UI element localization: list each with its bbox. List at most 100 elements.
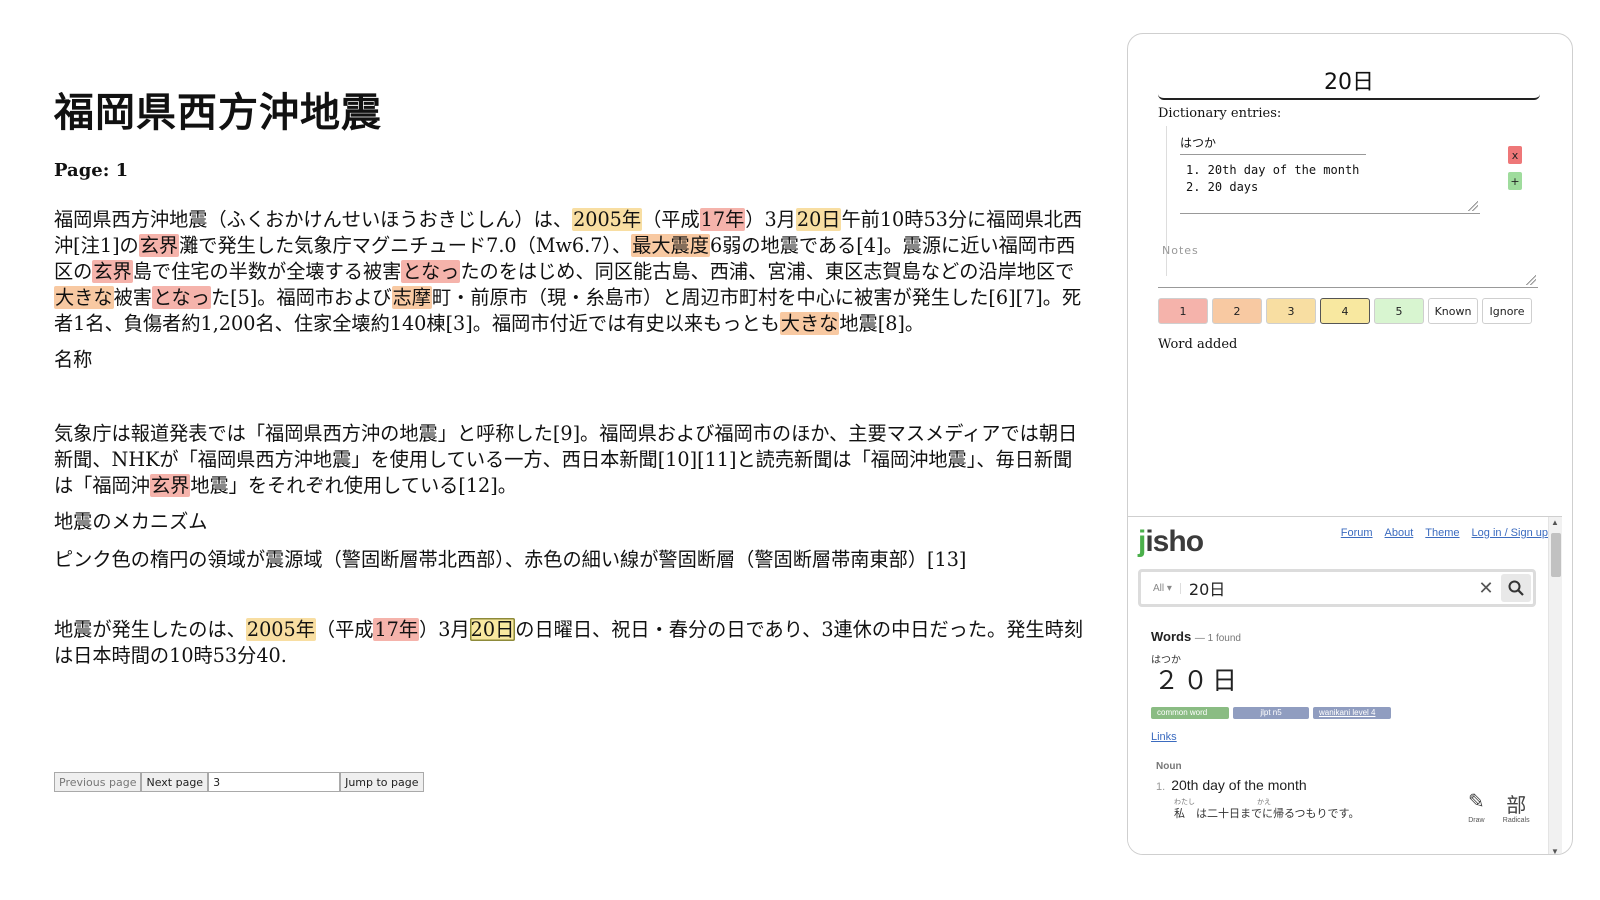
clear-search-icon[interactable]: ✕ — [1471, 578, 1501, 599]
section-heading-mechanism: 地震のメカニズム — [54, 510, 208, 533]
highlighted-word[interactable]: 20日 — [795, 208, 842, 231]
word-panel: 20日 Dictionary entries: はつか 1. 20th day … — [1127, 33, 1573, 855]
radicals-icon: 部 — [1506, 795, 1527, 817]
draw-tool[interactable]: ✎ Draw — [1468, 789, 1485, 824]
level-buttons: 1 2 3 4 5 Known Ignore — [1158, 298, 1532, 324]
page-indicator: Page: 1 — [54, 160, 129, 181]
jisho-frame: jjishoisho Forum About Theme Log in / Sign … — [1128, 516, 1562, 854]
highlighted-word[interactable]: 2005年 — [245, 618, 316, 641]
search-scope-select[interactable]: All ▾ — [1141, 582, 1181, 594]
part-of-speech: Noun — [1156, 761, 1182, 772]
jisho-search-bar: All ▾ ✕ — [1138, 569, 1536, 607]
tag-wanikani[interactable]: wanikani level 4 — [1313, 707, 1391, 719]
definition-line: 2. 20 days — [1186, 180, 1259, 194]
scroll-down-icon[interactable]: ▼ — [1551, 847, 1559, 854]
highlighted-word[interactable]: 大きな — [779, 312, 840, 335]
jisho-scrollbar[interactable]: ▲ ▼ — [1548, 517, 1562, 854]
words-label: Words — [1151, 629, 1192, 644]
notes-field[interactable]: Notes — [1158, 240, 1538, 288]
text-segment: たのをはじめ、同区能古島、西浦、宮浦、東区志賀島などの沿岸地区で — [460, 260, 1075, 283]
links-toggle[interactable]: Links — [1151, 731, 1177, 743]
entry-reading-field[interactable]: はつか — [1180, 134, 1366, 155]
search-input[interactable] — [1180, 577, 1471, 599]
meaning-number: 1. — [1156, 781, 1166, 793]
level-button-1[interactable]: 1 — [1158, 298, 1208, 324]
highlighted-word[interactable]: 2005年 — [572, 208, 643, 231]
highlighted-word[interactable]: 玄界 — [149, 474, 191, 497]
resize-handle-icon[interactable] — [1468, 201, 1478, 211]
text-segment: ）3月 — [745, 208, 796, 231]
tag-common-word: common word — [1151, 707, 1229, 719]
text-segment: 島で住宅の半数が全壊する被害 — [132, 260, 402, 283]
pager: Previous page Next page Jump to page — [54, 772, 424, 792]
radicals-label: Radicals — [1502, 817, 1530, 824]
jisho-nav-log-in-sign-up[interactable]: Log in / Sign up — [1472, 527, 1548, 539]
paragraph-name: 気象庁は報道発表では「福岡県西方沖の地震」と呼称した[9]。福岡県および福岡市の… — [54, 421, 1084, 499]
text-segment: （平成 — [642, 208, 700, 231]
level-button-2[interactable]: 2 — [1212, 298, 1262, 324]
words-heading: Words — 1 found — [1151, 629, 1241, 644]
text-segment: 被害 — [113, 286, 152, 309]
reader-pane: 福岡県西方沖地震 Page: 1 福岡県西方沖地震（ふくおかけんせいほうおきじし… — [54, 80, 1084, 679]
jisho-nav-forum[interactable]: Forum — [1341, 527, 1373, 539]
article-title: 福岡県西方沖地震 — [54, 89, 382, 136]
draw-label: Draw — [1468, 817, 1485, 824]
text-segment: 福岡県西方沖地震（ふくおかけんせいほうおきじしん）は、 — [54, 208, 573, 231]
highlighted-word[interactable]: 最大震度 — [631, 234, 710, 257]
section-heading-name: 名称 — [54, 348, 93, 371]
next-page-button[interactable]: Next page — [141, 772, 209, 792]
level-button-ignore[interactable]: Ignore — [1482, 298, 1532, 324]
paragraph-occurrence: 地震が発生したのは、2005年（平成17年）3月20日の日曜日、祝日・春分の日で… — [54, 617, 1084, 669]
input-tools: ✎ Draw 部 Radicals — [1468, 789, 1530, 824]
scroll-up-icon[interactable]: ▲ — [1551, 518, 1559, 527]
add-entry-button[interactable]: + — [1508, 172, 1522, 190]
highlighted-word[interactable]: 玄界 — [138, 234, 180, 257]
paragraph-mechanism: ピンク色の楕円の領域が震源域（警固断層帯北西部）、赤色の細い線が警固断層（警固断… — [54, 547, 1084, 573]
highlighted-word[interactable]: 17年 — [699, 208, 746, 231]
level-button-4[interactable]: 4 — [1320, 298, 1370, 324]
selected-word[interactable]: 20日 — [1158, 64, 1540, 100]
entry-definitions-field[interactable]: 1. 20th day of the month 2. 20 days — [1180, 162, 1480, 214]
text-segment: た[5]。福岡市および — [210, 286, 392, 309]
text-segment: （平成 — [315, 618, 374, 641]
radicals-tool[interactable]: 部 Radicals — [1503, 789, 1530, 824]
text-segment: 地震が発生したのは、 — [54, 618, 246, 641]
search-button[interactable] — [1501, 574, 1531, 602]
definition-line: 1. 20th day of the month — [1186, 163, 1360, 177]
highlighted-word[interactable]: となっ — [151, 286, 211, 309]
text-segment: 地震」をそれぞれ使用している[12]。 — [190, 474, 517, 497]
jisho-logo[interactable]: jjishoisho — [1138, 525, 1204, 559]
highlighted-word[interactable]: 20日 — [469, 618, 516, 641]
level-button-known[interactable]: Known — [1428, 298, 1478, 324]
level-button-3[interactable]: 3 — [1266, 298, 1316, 324]
jisho-nav-about[interactable]: About — [1385, 527, 1414, 539]
result-word: ２０日 — [1154, 666, 1242, 695]
jisho-nav-theme[interactable]: Theme — [1425, 527, 1459, 539]
dictionary-entries-label: Dictionary entries: — [1158, 106, 1282, 121]
text-segment: 灘で発生した気象庁マグニチュード7.0（Mw6.7）、 — [179, 234, 632, 257]
text-segment: ピンク色の楕円の領域が震源域（警固断層帯北西部）、赤色の細い線が警固断層（警固断… — [54, 548, 967, 571]
resize-handle-icon[interactable] — [1526, 275, 1536, 285]
highlighted-word[interactable]: 大きな — [54, 286, 114, 309]
words-count: — 1 found — [1194, 633, 1241, 644]
text-segment: 地震[8]。 — [839, 312, 925, 335]
text-segment: ）3月 — [419, 618, 470, 641]
highlighted-word[interactable]: 17年 — [373, 618, 420, 641]
search-icon — [1508, 580, 1524, 596]
example-sentence: 私 は二十日までに帰るつもりです。 — [1174, 807, 1360, 820]
draw-icon: ✎ — [1468, 791, 1485, 813]
meaning-line: 1. 20th day of the month — [1156, 777, 1307, 793]
highlighted-word[interactable]: 志摩 — [391, 286, 432, 309]
level-button-5[interactable]: 5 — [1374, 298, 1424, 324]
meaning-text: 20th day of the month — [1171, 777, 1307, 793]
paragraph-intro: 福岡県西方沖地震（ふくおかけんせいほうおきじしん）は、2005年（平成17年）3… — [54, 207, 1084, 337]
status-message: Word added — [1158, 337, 1238, 352]
remove-entry-button[interactable]: x — [1508, 146, 1522, 164]
scroll-thumb[interactable] — [1551, 533, 1561, 577]
highlighted-word[interactable]: 玄界 — [92, 260, 133, 283]
previous-page-button[interactable]: Previous page — [54, 772, 142, 792]
page-number-input[interactable] — [208, 772, 341, 792]
highlighted-word[interactable]: となっ — [401, 260, 461, 283]
word-tags: common word jlpt n5 wanikani level 4 — [1151, 707, 1391, 719]
jump-to-page-button[interactable]: Jump to page — [340, 772, 424, 792]
